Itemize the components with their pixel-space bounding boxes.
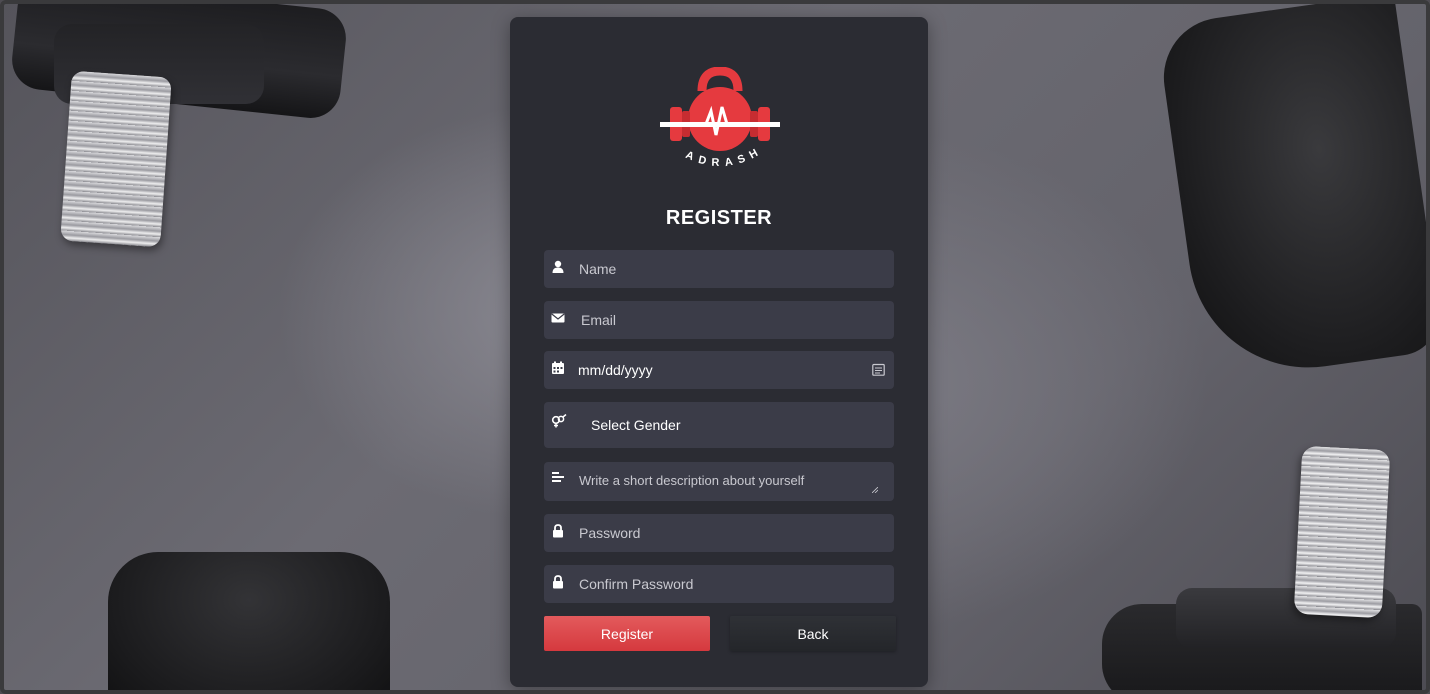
back-button[interactable]: Back bbox=[730, 616, 896, 651]
align-left-icon bbox=[552, 472, 564, 482]
password-input[interactable] bbox=[579, 514, 859, 552]
lock-icon bbox=[553, 524, 563, 538]
description-field[interactable] bbox=[544, 462, 894, 501]
dob-field[interactable]: mm/dd/yyyy bbox=[544, 351, 894, 389]
confirm-password-field[interactable] bbox=[544, 565, 894, 603]
name-field[interactable] bbox=[544, 250, 894, 288]
dob-input[interactable]: mm/dd/yyyy bbox=[578, 351, 858, 389]
email-field[interactable] bbox=[544, 301, 894, 339]
background: ADRASHA REGISTER bbox=[0, 0, 1430, 694]
page-title: REGISTER bbox=[665, 207, 773, 229]
glove-image bbox=[1156, 4, 1426, 383]
register-button[interactable]: Register bbox=[544, 616, 710, 651]
gender-select-value: Select Gender bbox=[591, 417, 681, 433]
dumbbell-handle-image bbox=[1293, 445, 1391, 619]
confirm-password-input[interactable] bbox=[579, 565, 859, 603]
gender-icon bbox=[551, 414, 567, 428]
user-icon bbox=[552, 260, 564, 273]
description-textarea[interactable] bbox=[579, 473, 859, 488]
glove-image bbox=[108, 552, 390, 690]
register-card: ADRASHA REGISTER bbox=[510, 17, 928, 687]
calendar-picker-icon[interactable] bbox=[872, 363, 885, 376]
kettlebell-logo: ADRASHA bbox=[656, 67, 780, 169]
gender-select[interactable]: Select Gender bbox=[544, 402, 894, 448]
dumbbell-handle-image bbox=[60, 70, 172, 248]
password-field[interactable] bbox=[544, 514, 894, 552]
lock-icon bbox=[553, 575, 563, 589]
name-input[interactable] bbox=[579, 250, 859, 288]
resize-handle-icon[interactable] bbox=[872, 487, 878, 493]
envelope-icon bbox=[551, 313, 565, 323]
email-input[interactable] bbox=[581, 301, 861, 339]
calendar-icon bbox=[552, 361, 564, 374]
